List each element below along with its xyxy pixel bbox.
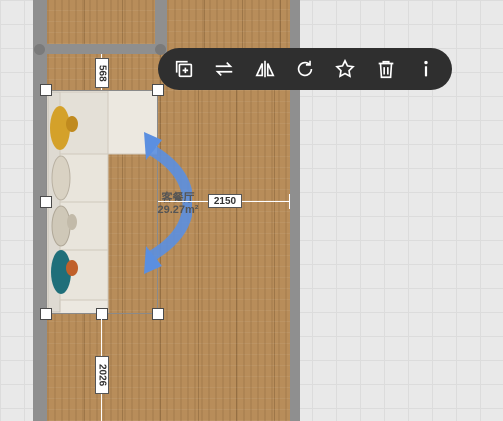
resize-handle-bottom-right[interactable] bbox=[152, 308, 164, 320]
resize-handle-top-left[interactable] bbox=[40, 84, 52, 96]
mirror-button[interactable] bbox=[250, 54, 280, 84]
left-wall bbox=[33, 0, 47, 421]
dimension-label-bottom[interactable]: 2026 bbox=[95, 356, 109, 394]
swap-arrows-icon bbox=[216, 61, 233, 77]
rotate-icon bbox=[297, 60, 313, 77]
dimension-tick-right bbox=[289, 194, 290, 209]
horizontal-wall bbox=[33, 44, 167, 54]
rotate-button[interactable] bbox=[290, 54, 320, 84]
mirror-icon bbox=[255, 60, 275, 78]
delete-button[interactable] bbox=[371, 54, 401, 84]
room-label: 客餐厅 29.27m² bbox=[140, 192, 216, 216]
resize-handle-top-right[interactable] bbox=[152, 84, 164, 96]
dimension-label-top[interactable]: 568 bbox=[95, 58, 109, 88]
star-icon bbox=[335, 58, 356, 78]
floor-corridor bbox=[167, 0, 290, 54]
wall-post bbox=[34, 44, 45, 55]
object-toolbar bbox=[158, 48, 452, 90]
copy-add-button[interactable] bbox=[169, 54, 199, 84]
room-name: 客餐厅 bbox=[161, 192, 195, 204]
info-button[interactable] bbox=[411, 54, 441, 84]
dimension-label-horizontal[interactable]: 2150 bbox=[208, 194, 242, 208]
resize-handle-bottom-left[interactable] bbox=[40, 308, 52, 320]
resize-handle-middle-left[interactable] bbox=[40, 196, 52, 208]
copy-add-icon bbox=[175, 60, 193, 78]
floor-upper-room bbox=[47, 0, 155, 44]
trash-icon bbox=[378, 60, 393, 79]
room-area: 29.27m² bbox=[157, 204, 199, 216]
swap-button[interactable] bbox=[209, 54, 239, 84]
favorite-button[interactable] bbox=[330, 54, 360, 84]
info-icon bbox=[424, 60, 428, 77]
resize-handle-bottom-middle[interactable] bbox=[96, 308, 108, 320]
